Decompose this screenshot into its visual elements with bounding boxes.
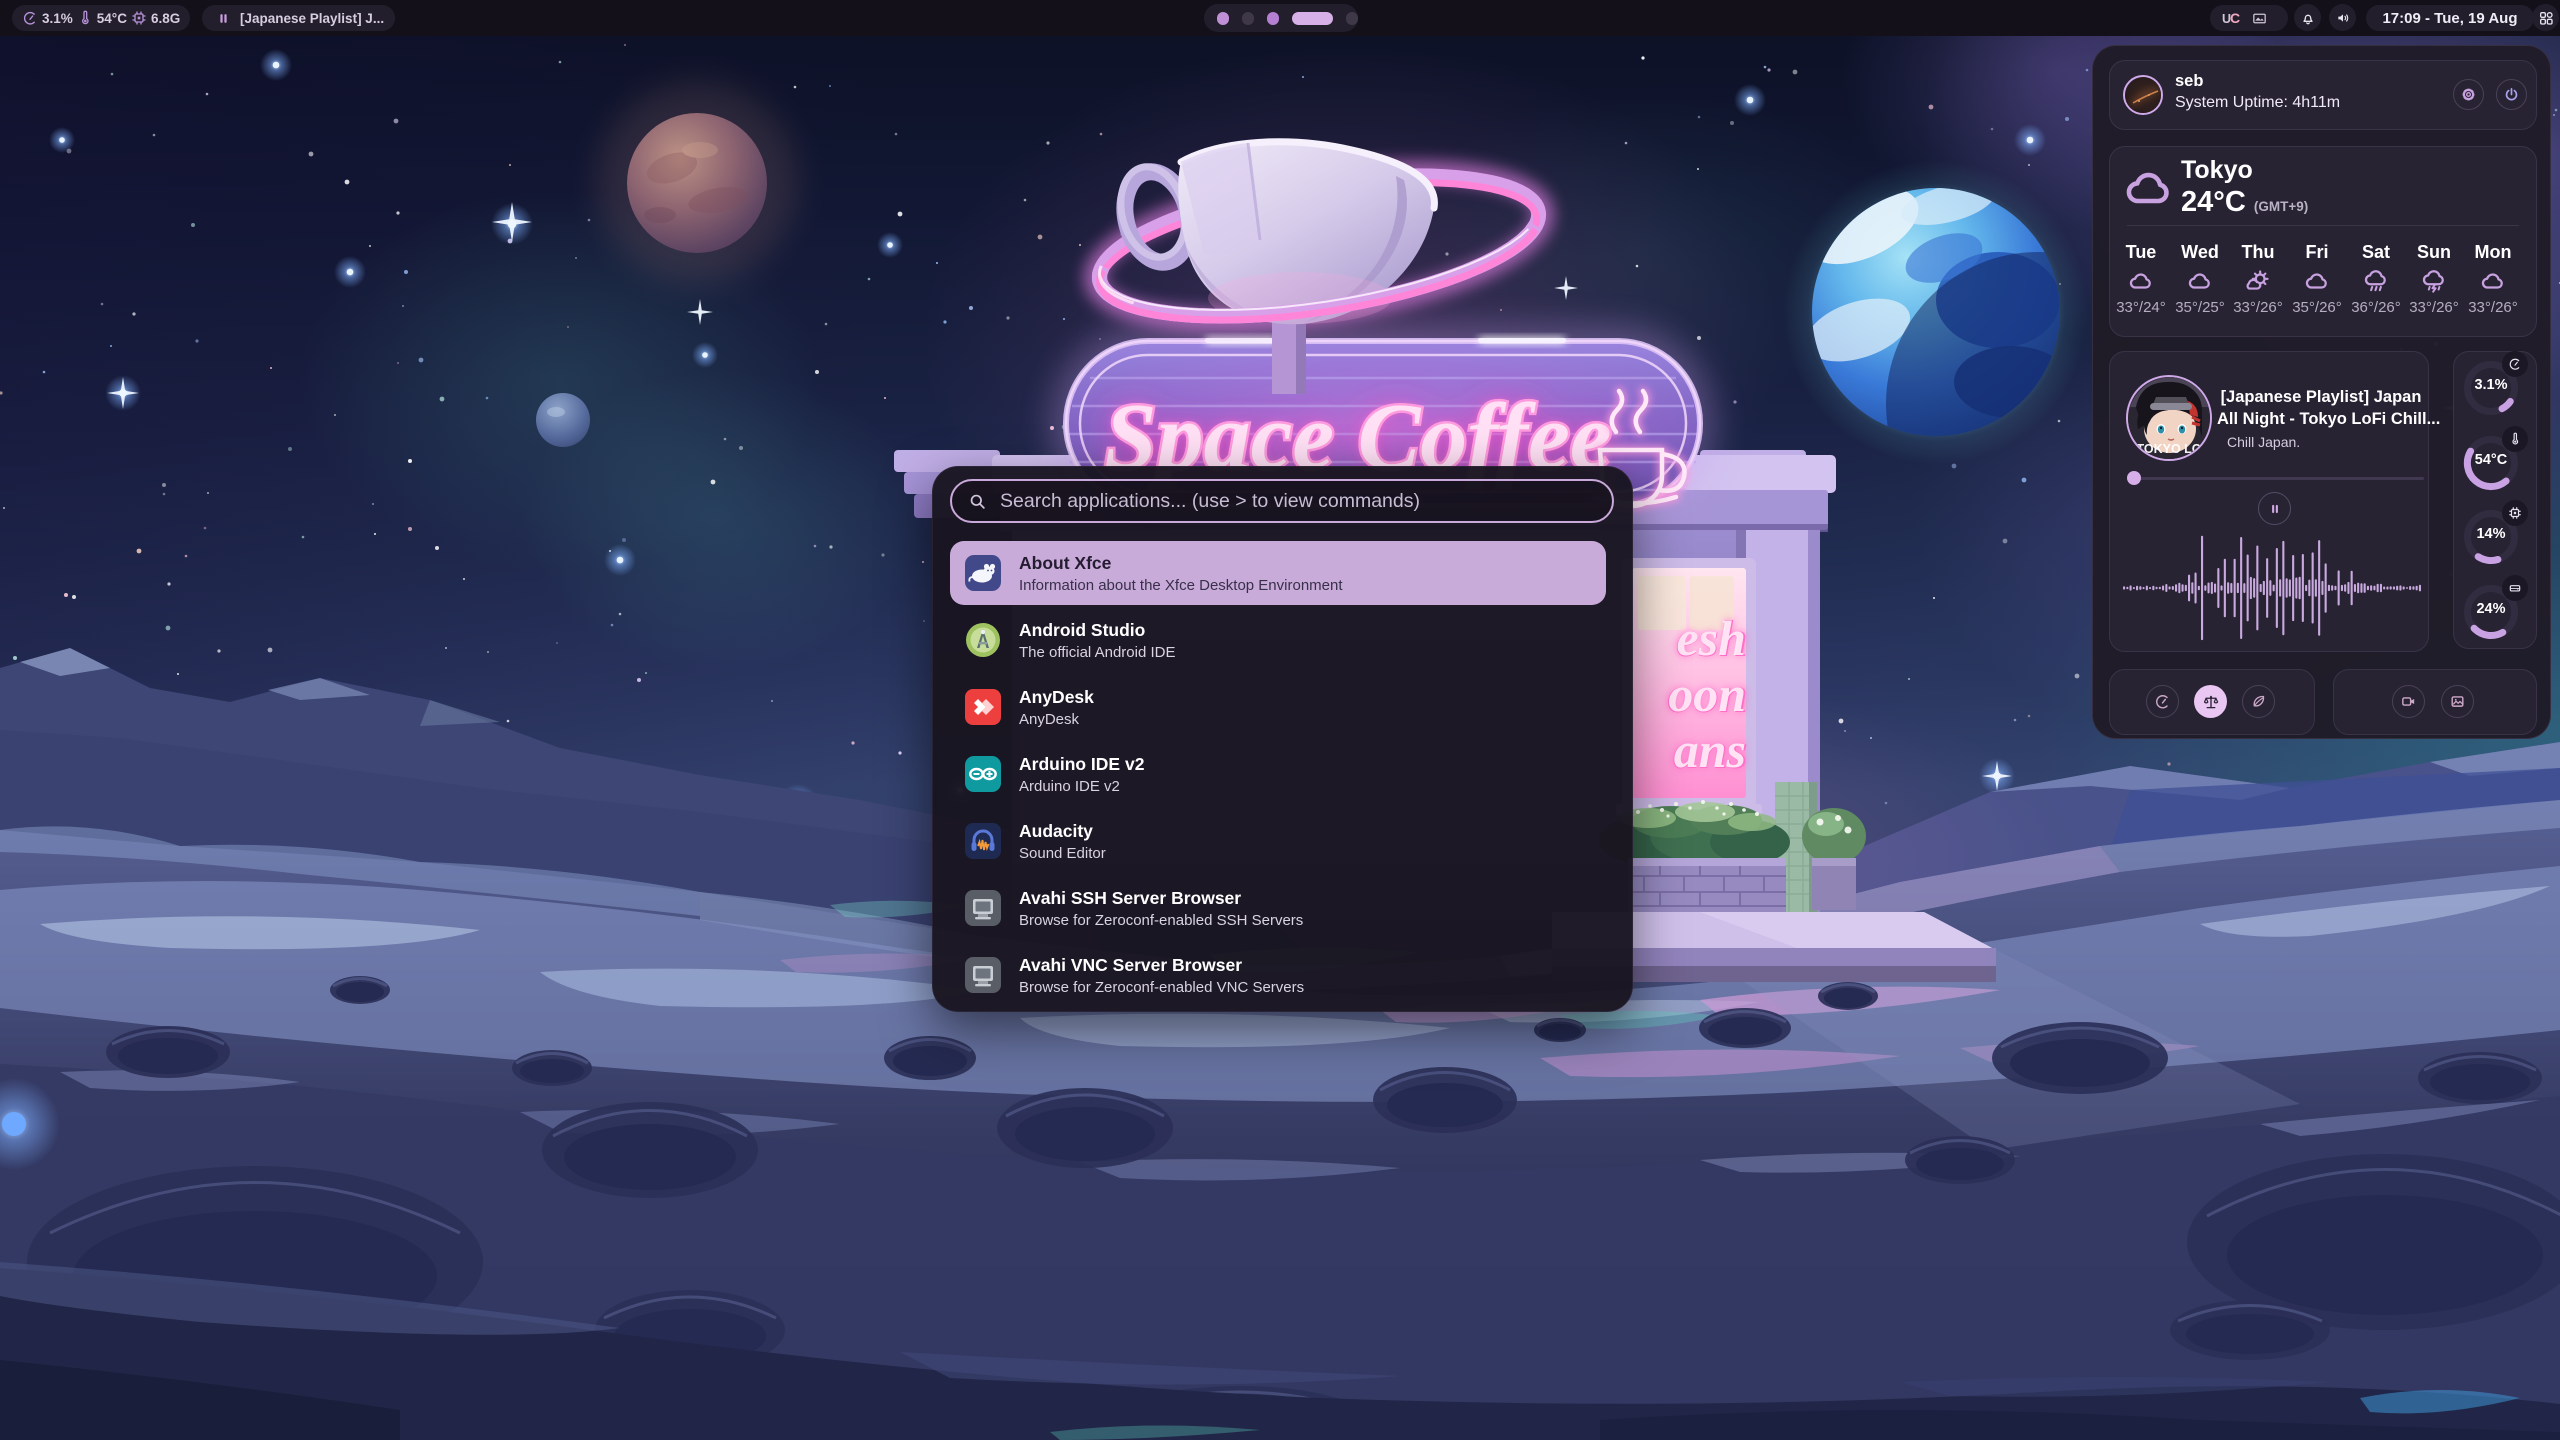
- svg-text:oon: oon: [1668, 666, 1746, 722]
- svg-text:TOKYO LO: TOKYO LO: [2136, 442, 2201, 456]
- svg-text:esh: esh: [1677, 610, 1746, 666]
- svg-text:ans: ans: [1674, 722, 1746, 778]
